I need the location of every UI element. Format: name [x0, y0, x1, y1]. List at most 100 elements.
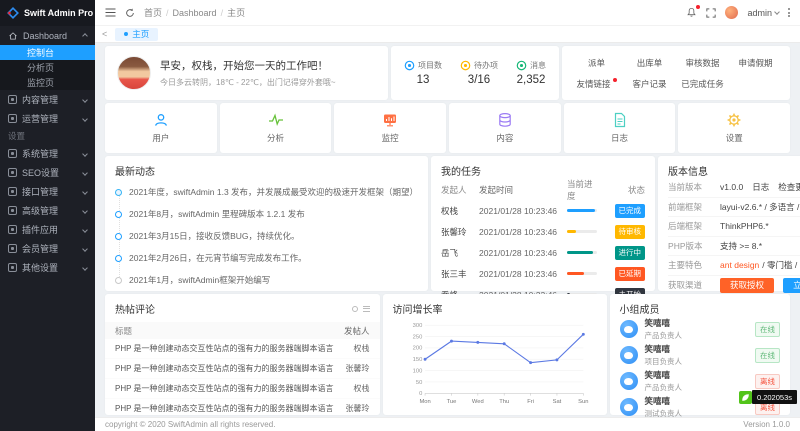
quick-link-申请假期[interactable]: 申请假期 [729, 57, 782, 69]
team-member-row: 笑嘻嘻项目负责人 在线 [620, 342, 780, 368]
sidebar: Swift Admin Pro Dashboard 控制台分析页监控页 内容管理… [0, 0, 95, 431]
news-item: 2021年度，swiftAdmin 1.3 发布，并发展成最受欢迎的极速开发框架… [115, 181, 418, 203]
version-row-主要特色: 主要特色ant design/ 零门槛 / 响应式 / 清爽 [668, 256, 800, 276]
version-text: Version 1.0.0 [743, 420, 790, 429]
refresh-icon[interactable] [352, 306, 358, 312]
panel-title: 最新动态 [115, 163, 418, 178]
shortcut-监控[interactable]: 监控 [334, 103, 446, 153]
获取授权-button[interactable]: 获取授权 [720, 278, 774, 293]
user-name: admin [747, 8, 772, 18]
notification-bell-icon[interactable] [686, 7, 697, 18]
chevron-down-icon [82, 265, 88, 271]
task-status-badge: 进行中 [615, 246, 646, 260]
pulse-icon [268, 112, 284, 128]
task-progress-bar [567, 209, 607, 212]
task-status-badge: 已完成 [615, 204, 646, 218]
quick-link-已完成任务[interactable]: 已完成任务 [676, 78, 729, 90]
stat-value: 13 [404, 74, 442, 86]
user-avatar[interactable] [725, 6, 738, 19]
sidebar-item-dashboard[interactable]: Dashboard [0, 26, 95, 45]
comment-row[interactable]: PHP 是一种创建动态交互性站点的强有力的服务器端脚本语言权栈 [105, 339, 380, 359]
user-menu[interactable]: admin [747, 8, 779, 18]
stat-消息: 消息2,352 [516, 60, 546, 86]
panel-title: 我的任务 [441, 163, 645, 178]
立即下载-button[interactable]: 立即下载 [783, 278, 800, 293]
sidebar-item-SEO设置[interactable]: SEO设置 [0, 163, 95, 182]
copyright-text: copyright © 2020 SwiftAdmin all rights r… [105, 420, 275, 429]
sidebar-subitem-控制台[interactable]: 控制台 [0, 45, 95, 60]
comment-row[interactable]: PHP 是一种创建动态交互性站点的强有力的服务器端脚本语言张馨玲 [105, 359, 380, 379]
collapse-tabs-icon[interactable]: < [102, 30, 107, 39]
tab-active-dot [124, 32, 128, 36]
chart-title: 访问增长率 [393, 301, 597, 316]
tasks-col-状态: 状态 [607, 184, 645, 196]
stat-icon [404, 60, 415, 71]
my-tasks-panel: 我的任务 发起人发起时间当前进度状态 权栈 2021/01/28 10:23:4… [431, 156, 655, 291]
tab-bar: < 主页 [95, 26, 800, 43]
quick-link-出库单[interactable]: 出库单 [623, 57, 676, 69]
comment-row[interactable]: PHP 是一种创建动态交互性站点的强有力的服务器端脚本语言权栈 [105, 379, 380, 399]
member-name: 笑嘻嘻 [645, 369, 683, 381]
task-row: 张三丰 2021/01/28 10:23:46 已延期 [441, 263, 645, 284]
stat-icon [516, 60, 527, 71]
news-text: 2021年2月26日，在元宵节编写完成发布工作。 [129, 252, 307, 264]
sidebar-item-接口管理[interactable]: 接口管理 [0, 182, 95, 201]
chevron-down-icon [82, 97, 88, 103]
seo-icon [8, 168, 17, 177]
shortcut-日志[interactable]: 日志 [564, 103, 676, 153]
quick-link-客户记录[interactable]: 客户记录 [623, 78, 676, 90]
shortcut-设置[interactable]: 设置 [678, 103, 790, 153]
performance-badge[interactable]: 0.202053s [739, 390, 797, 404]
task-time: 2021/01/28 10:23:46 [479, 248, 567, 258]
chevron-up-icon [82, 33, 88, 39]
logo-diamond-icon [6, 6, 20, 20]
version-link-检查更新[interactable]: 检查更新 [778, 181, 800, 193]
version-link-日志[interactable]: 日志 [752, 181, 769, 193]
hot-comments-panel: 热帖评论 标题发帖人 PHP 是一种创建动态交互性站点的强有力的服务器端脚本语言… [105, 294, 380, 415]
sidebar-item-会员管理[interactable]: 会员管理 [0, 239, 95, 258]
task-time: 2021/01/28 10:23:46 [479, 269, 567, 279]
shortcut-分析[interactable]: 分析 [220, 103, 332, 153]
sidebar-subitem-监控页[interactable]: 监控页 [0, 75, 95, 90]
news-text: 2021年8月，swiftAdmin 里程碑版本 1.2.1 发布 [129, 208, 305, 220]
version-row-获取渠道: 获取渠道获取授权立即下载 [668, 276, 800, 296]
refresh-icon[interactable] [125, 8, 135, 18]
member-status-badge: 在线 [755, 348, 780, 363]
sidebar-item-系统管理[interactable]: 系统管理 [0, 144, 95, 163]
quick-link-派单[interactable]: 派单 [570, 57, 623, 69]
task-row: 张馨玲 2021/01/28 10:23:46 待审核 [441, 221, 645, 242]
panel-title: 小组成员 [620, 301, 780, 316]
panel-title: 热帖评论 [115, 301, 155, 316]
svg-text:50: 50 [415, 380, 421, 386]
shortcut-用户[interactable]: 用户 [105, 103, 217, 153]
member-avatar [620, 372, 638, 390]
red-dot [613, 78, 617, 82]
svg-text:Tue: Tue [446, 399, 456, 405]
stats-card: 项目数13待办项3/16消息2,352 [391, 46, 559, 100]
quick-link-友情链接[interactable]: 友情链接 [570, 78, 623, 90]
sidebar-item-运营管理[interactable]: 运营管理 [0, 109, 95, 128]
version-label: 主要特色 [668, 259, 720, 271]
tab-home[interactable]: 主页 [115, 28, 158, 41]
notification-dot [696, 5, 700, 9]
chevron-down-icon [82, 116, 88, 122]
more-menu-icon[interactable] [788, 8, 790, 17]
sidebar-item-内容管理[interactable]: 内容管理 [0, 90, 95, 109]
sidebar-item-其他设置[interactable]: 其他设置 [0, 258, 95, 277]
quick-links-card: 派单出库单审核数据申请假期友情链接客户记录已完成任务 [562, 46, 790, 100]
sidebar-item-高级管理[interactable]: 高级管理 [0, 201, 95, 220]
version-value: ThinkPHP6.* [720, 221, 769, 231]
breadcrumb-dashboard[interactable]: Dashboard [173, 8, 217, 18]
breadcrumb-home[interactable]: 首页 [144, 6, 162, 19]
news-item: 2021年8月，swiftAdmin 里程碑版本 1.2.1 发布 [115, 203, 418, 225]
hamburger-icon[interactable] [105, 8, 116, 17]
comment-row[interactable]: PHP 是一种创建动态交互性站点的强有力的服务器端脚本语言张馨玲 [105, 399, 380, 417]
fullscreen-icon[interactable] [706, 8, 716, 18]
quick-link-审核数据[interactable]: 审核数据 [676, 57, 729, 69]
svg-text:Mon: Mon [419, 399, 430, 405]
sidebar-subitem-分析页[interactable]: 分析页 [0, 60, 95, 75]
sidebar-item-插件应用[interactable]: 插件应用 [0, 220, 95, 239]
operation-icon [8, 114, 17, 123]
more-icon[interactable] [363, 306, 370, 312]
shortcut-内容[interactable]: 内容 [449, 103, 561, 153]
